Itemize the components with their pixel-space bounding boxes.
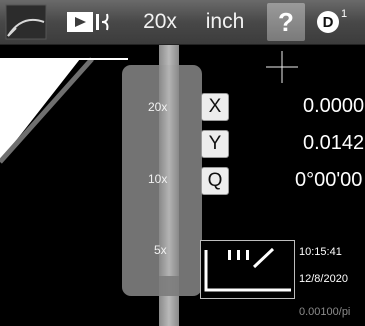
y-coordinate-button[interactable]: Y: [201, 130, 229, 158]
arc-tool-icon: [5, 4, 47, 40]
x-coordinate-button[interactable]: X: [201, 93, 229, 121]
d-badge[interactable]: D: [317, 11, 339, 33]
record-video-icon: [67, 12, 109, 32]
x-coordinate-value: 0.0000: [303, 95, 365, 117]
help-button[interactable]: ?: [267, 3, 305, 41]
toolbar: 20x inch ? D 1: [0, 0, 365, 45]
zoom-level-20x[interactable]: 20x: [148, 100, 167, 114]
date-readout: 12/8/2020: [299, 273, 348, 285]
scale-readout: 0.00100/pi: [299, 306, 351, 318]
crosshair-icon: [266, 51, 298, 83]
zoom-level-5x[interactable]: 5x: [154, 243, 167, 257]
camera-view[interactable]: 20x 10x 5x X 0.0000 Y 0.0142 Q 0°00'00 1…: [0, 45, 365, 326]
zoom-level-readout[interactable]: 20x: [132, 0, 188, 44]
zoom-slider-panel[interactable]: 20x 10x 5x: [122, 45, 202, 296]
ruler-gauge-icon: [204, 247, 291, 292]
zoom-slider-thumb[interactable]: [159, 45, 179, 276]
zoom-level-10x[interactable]: 10x: [148, 172, 167, 186]
q-angle-value: 0°00'00: [295, 169, 363, 191]
time-readout: 10:15:41: [299, 246, 342, 258]
record-video-button[interactable]: [62, 0, 114, 44]
arc-tool-button[interactable]: [0, 0, 50, 44]
d-badge-superscript: 1: [341, 8, 348, 20]
unit-selector[interactable]: inch: [196, 0, 254, 44]
y-coordinate-value: 0.0142: [303, 132, 365, 154]
q-angle-button[interactable]: Q: [201, 167, 229, 195]
